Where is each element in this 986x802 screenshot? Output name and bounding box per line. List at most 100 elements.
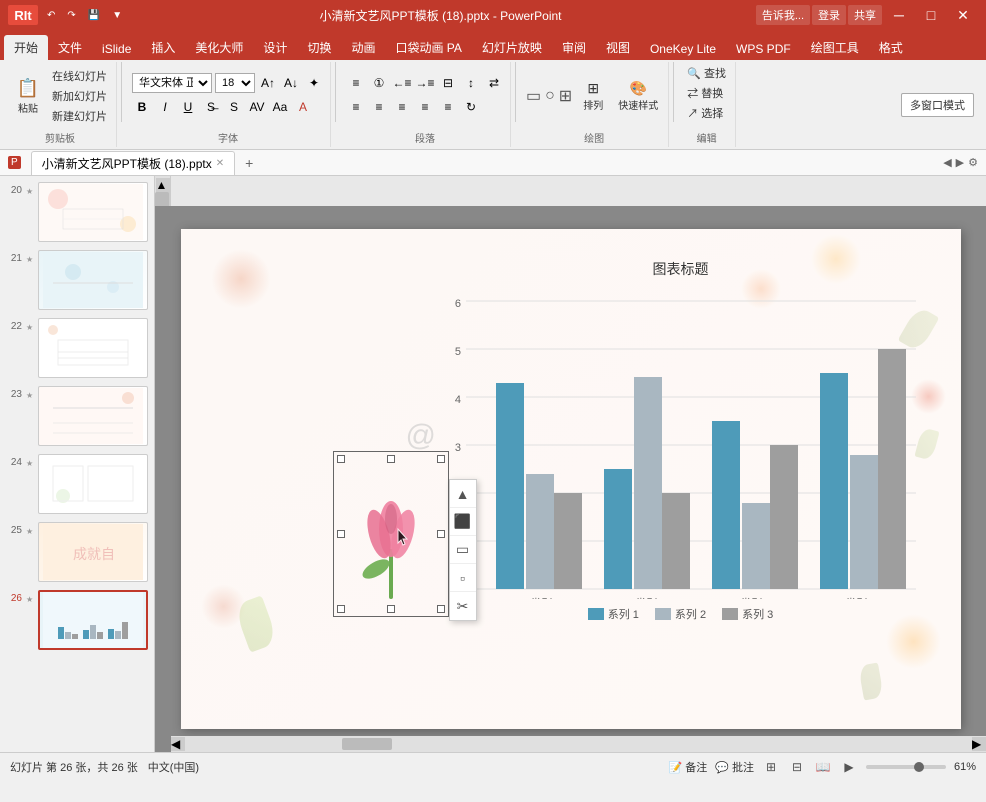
underline-button[interactable]: U	[178, 97, 198, 117]
tab-format[interactable]: 格式	[869, 35, 913, 60]
handle-tl[interactable]	[337, 455, 345, 463]
bullets-button[interactable]: ≡	[346, 73, 366, 93]
cm-square-button[interactable]: ⬛	[450, 508, 476, 536]
slide-thumb-20[interactable]: 20 ★	[4, 180, 150, 244]
file-tab-close[interactable]: ✕	[216, 158, 224, 169]
minimize-button[interactable]: ─	[884, 5, 914, 25]
slide-thumb-22[interactable]: 22 ★	[4, 316, 150, 380]
direction-button[interactable]: ⇄	[484, 73, 504, 93]
clear-format-button[interactable]: ✦	[304, 73, 324, 93]
slide-sorter-button[interactable]: ⊟	[788, 758, 806, 776]
file-tab-item[interactable]: 小清新文艺风PPT模板 (18).pptx ✕	[31, 151, 235, 175]
cm-up-button[interactable]: ▲	[450, 480, 476, 508]
tab-design[interactable]: 设计	[253, 35, 297, 60]
align-center-button[interactable]: ≡	[369, 97, 389, 117]
tab-pocket-animation[interactable]: 口袋动画 PA	[385, 35, 471, 60]
replace-button[interactable]: ⇄ 替换	[684, 84, 729, 102]
normal-view-button[interactable]: ⊞	[762, 758, 780, 776]
slide-thumb-21[interactable]: 21 ★	[4, 248, 150, 312]
decrease-font-button[interactable]: A↓	[281, 73, 301, 93]
tab-drawing-tools[interactable]: 绘图工具	[801, 35, 869, 60]
tab-wps-pdf[interactable]: WPS PDF	[726, 38, 801, 60]
slide-thumb-23[interactable]: 23 ★	[4, 384, 150, 448]
line-spacing-button[interactable]: ↕	[461, 73, 481, 93]
handle-ml[interactable]	[337, 530, 345, 538]
save-button[interactable]: 💾	[85, 9, 103, 22]
shape-arrange-button[interactable]: ⊞ 排列	[575, 78, 611, 114]
tab-insert[interactable]: 插入	[141, 35, 185, 60]
scroll-right-button[interactable]: ▶	[972, 737, 986, 751]
scroll-left-button[interactable]: ◀	[171, 737, 185, 751]
align-justify-button[interactable]: ≡	[415, 97, 435, 117]
select-button[interactable]: ↗ 选择	[684, 104, 729, 122]
tab-prev-button[interactable]: ◀	[943, 156, 951, 169]
undo-button[interactable]: ↶	[44, 9, 58, 22]
font-family-select[interactable]: 华文宋体 正	[132, 73, 212, 93]
tab-slideshow[interactable]: 幻灯片放映	[472, 35, 552, 60]
font-spacing-button[interactable]: AV	[247, 97, 267, 117]
slide-thumb-25[interactable]: 25 ★ 成就自	[4, 520, 150, 584]
oval-icon[interactable]: ○	[545, 87, 555, 105]
handle-bl[interactable]	[337, 605, 345, 613]
new-slide-button[interactable]: 新加幻灯片	[49, 87, 110, 105]
align-right-button[interactable]: ≡	[392, 97, 412, 117]
case-button[interactable]: Aa	[270, 97, 290, 117]
column-button[interactable]: ⊟	[438, 73, 458, 93]
cm-small-rect-button[interactable]: ▫	[450, 564, 476, 592]
increase-font-button[interactable]: A↑	[258, 73, 278, 93]
notes-button[interactable]: 📝 备注	[668, 759, 707, 775]
strikethrough-button[interactable]: S̶	[201, 97, 221, 117]
rectangle-icon[interactable]: ▭	[526, 86, 541, 106]
advertise-button[interactable]: 告诉我...	[756, 5, 810, 25]
align-left-button[interactable]: ≡	[346, 97, 366, 117]
chart-area[interactable]: 图表标题 6 5 4 3 2 1 0	[441, 259, 921, 639]
redo-button[interactable]: ↷	[64, 9, 78, 22]
shapes-more-icon[interactable]: ⊞	[559, 86, 572, 106]
tab-animation[interactable]: 动画	[341, 35, 385, 60]
numbering-button[interactable]: ①	[369, 73, 389, 93]
tab-islide[interactable]: iSlide	[92, 38, 141, 60]
zoom-thumb[interactable]	[914, 762, 924, 772]
maximize-button[interactable]: □	[916, 5, 946, 25]
paste-button[interactable]: 📋 粘贴	[10, 76, 46, 117]
shadow-button[interactable]: S	[224, 97, 244, 117]
handle-bm[interactable]	[387, 605, 395, 613]
online-slides-button[interactable]: 在线幻灯片	[49, 67, 110, 85]
share-button[interactable]: 共享	[848, 5, 882, 25]
tab-settings-button[interactable]: ⚙	[968, 156, 978, 169]
multiwindow-button[interactable]: 多窗口模式	[901, 93, 974, 117]
new-page-button[interactable]: 新建幻灯片	[49, 107, 110, 125]
increase-indent-button[interactable]: →≡	[415, 73, 435, 93]
tab-view[interactable]: 视图	[596, 35, 640, 60]
tab-review[interactable]: 审阅	[552, 35, 596, 60]
font-color-button[interactable]: A	[293, 97, 313, 117]
zoom-slider[interactable]	[866, 765, 946, 769]
cm-cut-button[interactable]: ✂	[450, 592, 476, 620]
tab-file[interactable]: 文件	[48, 35, 92, 60]
decrease-indent-button[interactable]: ←≡	[392, 73, 412, 93]
add-tab-button[interactable]: +	[239, 152, 259, 174]
login-button[interactable]: 登录	[812, 5, 846, 25]
find-button[interactable]: 🔍 查找	[684, 64, 729, 82]
customize-qa[interactable]: ▼	[109, 9, 125, 22]
comments-button[interactable]: 💬 批注	[715, 759, 754, 775]
scroll-thumb-h[interactable]	[342, 738, 392, 750]
tab-onekey[interactable]: OneKey Lite	[640, 38, 726, 60]
italic-button[interactable]: I	[155, 97, 175, 117]
tab-beautify[interactable]: 美化大师	[185, 35, 253, 60]
quick-styles-button[interactable]: 🎨 快速样式	[614, 78, 662, 114]
tab-next-button[interactable]: ▶	[956, 156, 964, 169]
font-size-select[interactable]: 18	[215, 73, 255, 93]
slide-thumb-26[interactable]: 26 ★	[4, 588, 150, 652]
reading-view-button[interactable]: 📖	[814, 758, 832, 776]
slide-canvas[interactable]: ▲ ⬛ ▭ ▫ ✂ @ 图表标题 6 5	[155, 206, 986, 752]
bold-button[interactable]: B	[132, 97, 152, 117]
close-button[interactable]: ✕	[948, 5, 978, 25]
scroll-up-button[interactable]: ▲	[156, 178, 170, 192]
handle-tm[interactable]	[387, 455, 395, 463]
smart-art-button[interactable]: ↻	[461, 97, 481, 117]
align-distribute-button[interactable]: ≡	[438, 97, 458, 117]
tab-start[interactable]: 开始	[4, 35, 48, 60]
tab-transition[interactable]: 切换	[297, 35, 341, 60]
cm-rect-button[interactable]: ▭	[450, 536, 476, 564]
